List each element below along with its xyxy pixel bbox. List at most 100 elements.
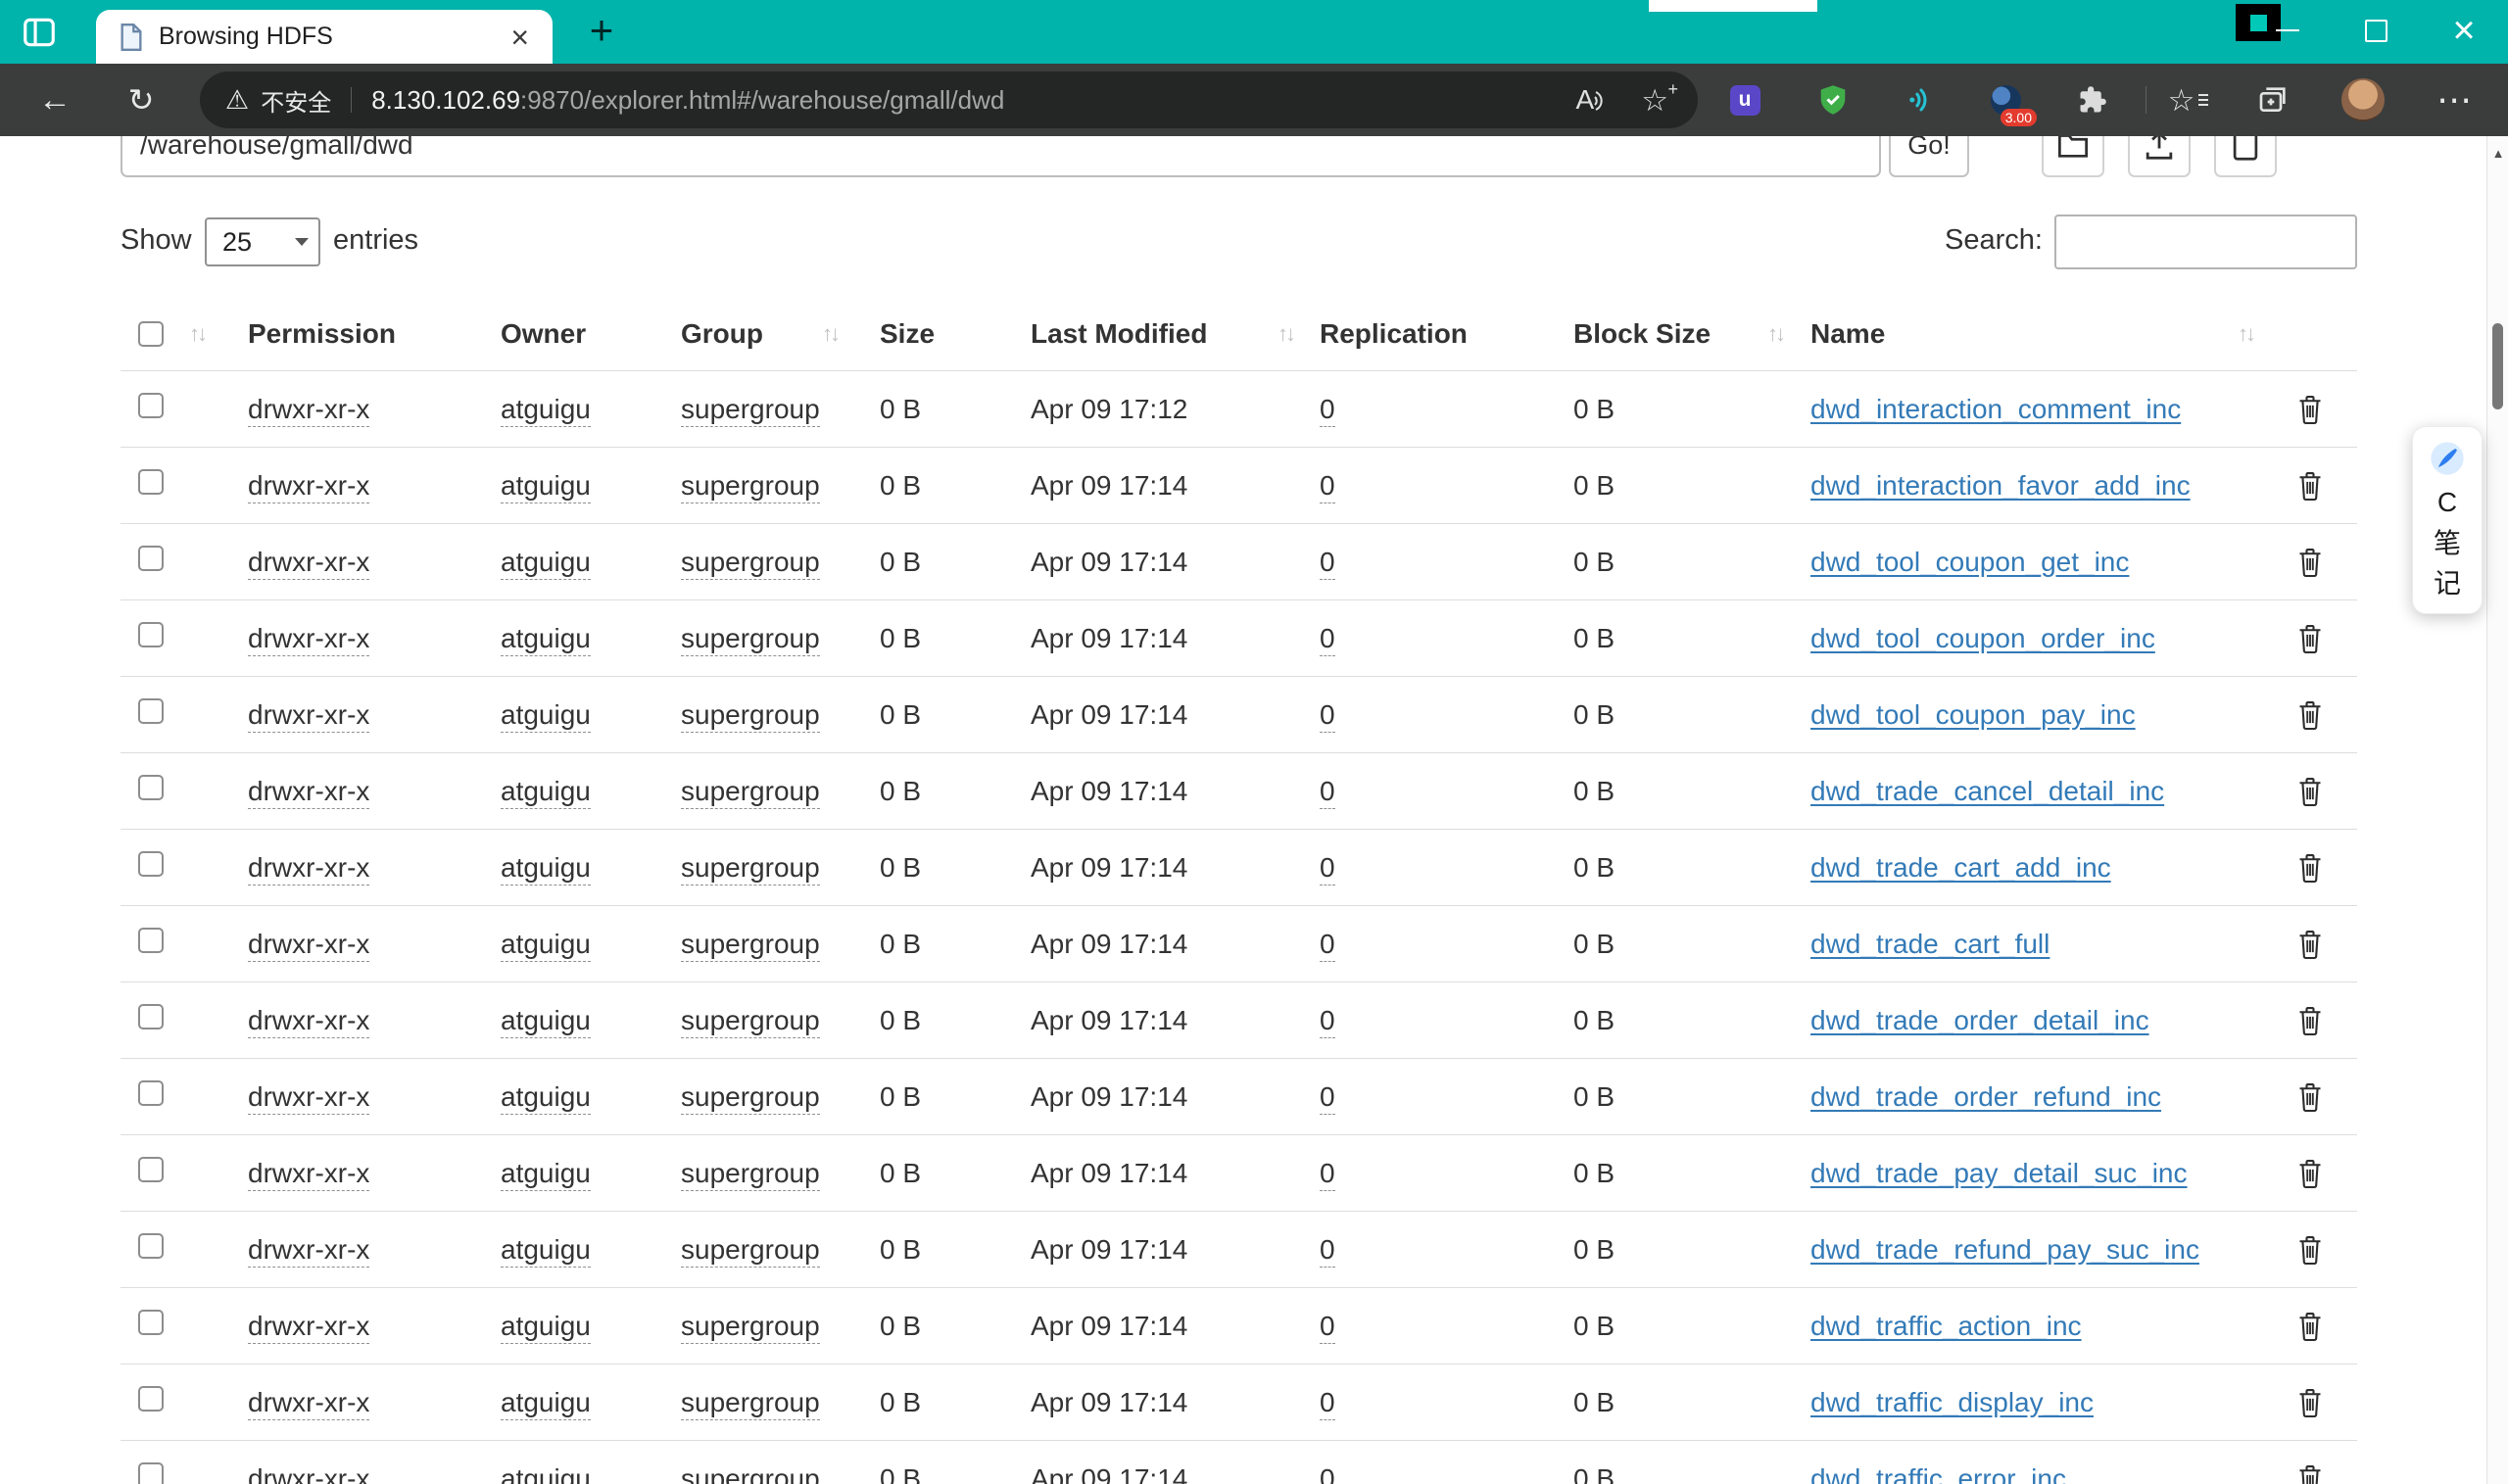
row-checkbox[interactable] [138,546,164,571]
delete-button[interactable] [2263,699,2357,731]
shopping-extension-icon[interactable]: 3.00 [1984,64,2037,136]
replication-value[interactable]: 0 [1320,1310,1335,1344]
ublock-extension-icon[interactable]: u [1723,64,1766,136]
file-link[interactable]: dwd_traffic_error_inc [1810,1463,2066,1484]
group-value[interactable]: supergroup [681,1462,820,1484]
entries-per-page-select[interactable]: 25 [205,217,320,266]
delete-button[interactable] [2263,1311,2357,1342]
column-header-size[interactable]: Size [880,318,935,349]
column-header-block-size[interactable]: Block Size [1573,318,1711,350]
group-value[interactable]: supergroup [681,469,820,503]
row-checkbox[interactable] [138,1080,164,1106]
file-link[interactable]: dwd_trade_cart_full [1810,929,2050,959]
delete-button[interactable] [2263,1387,2357,1418]
row-checkbox[interactable] [138,928,164,953]
maximize-button[interactable] [2332,0,2420,61]
owner-value[interactable]: atguigu [501,698,591,733]
column-header-group[interactable]: Group [681,318,763,350]
replication-value[interactable]: 0 [1320,928,1335,962]
replication-value[interactable]: 0 [1320,698,1335,733]
replication-value[interactable]: 0 [1320,1462,1335,1484]
group-value[interactable]: supergroup [681,775,820,809]
replication-value[interactable]: 0 [1320,622,1335,656]
group-value[interactable]: supergroup [681,1080,820,1115]
adguard-shield-icon[interactable] [1811,64,1855,136]
row-checkbox[interactable] [138,1310,164,1335]
row-checkbox[interactable] [138,698,164,724]
group-value[interactable]: supergroup [681,851,820,886]
sort-icon[interactable]: ↑↓ [822,321,841,347]
file-link[interactable]: dwd_tool_coupon_get_inc [1810,547,2129,577]
vertical-scrollbar[interactable]: ▲ [2486,136,2508,1484]
search-input[interactable] [2054,215,2357,269]
group-value[interactable]: supergroup [681,1386,820,1420]
owner-value[interactable]: atguigu [501,1310,591,1344]
profile-avatar[interactable] [2341,78,2385,121]
replication-value[interactable]: 0 [1320,1233,1335,1268]
replication-value[interactable]: 0 [1320,1157,1335,1191]
row-checkbox[interactable] [138,851,164,877]
note-widget[interactable]: C 笔 记 [2412,426,2483,614]
replication-value[interactable]: 0 [1320,1080,1335,1115]
permission-value[interactable]: drwxr-xr-x [248,1310,370,1344]
back-button[interactable]: ← [33,64,76,136]
settings-menu-icon[interactable]: ⋯ [2432,64,2477,136]
group-value[interactable]: supergroup [681,1233,820,1268]
permission-value[interactable]: drwxr-xr-x [248,1462,370,1484]
permission-value[interactable]: drwxr-xr-x [248,546,370,580]
owner-value[interactable]: atguigu [501,1462,591,1484]
replication-value[interactable]: 0 [1320,1004,1335,1038]
row-checkbox[interactable] [138,393,164,418]
owner-value[interactable]: atguigu [501,1386,591,1420]
file-link[interactable]: dwd_trade_refund_pay_suc_inc [1810,1234,2199,1265]
file-link[interactable]: dwd_tool_coupon_order_inc [1810,623,2155,653]
group-value[interactable]: supergroup [681,546,820,580]
sort-icon[interactable]: ↑↓ [2238,321,2256,347]
permission-value[interactable]: drwxr-xr-x [248,1233,370,1268]
row-checkbox[interactable] [138,1004,164,1029]
owner-value[interactable]: atguigu [501,1157,591,1191]
scroll-up-icon[interactable]: ▲ [2487,146,2508,161]
column-header-replication[interactable]: Replication [1320,318,1468,349]
select-all-checkbox[interactable] [138,320,164,347]
replication-value[interactable]: 0 [1320,1386,1335,1420]
delete-button[interactable] [2263,1081,2357,1113]
go-button[interactable]: Go! [1889,136,1969,177]
file-link[interactable]: dwd_interaction_favor_add_inc [1810,470,2191,501]
group-value[interactable]: supergroup [681,622,820,656]
row-checkbox[interactable] [138,1462,164,1484]
minimize-button[interactable] [2243,0,2332,61]
workspaces-icon[interactable] [20,13,59,52]
add-favorite-icon[interactable]: ☆ + [1641,79,1678,116]
close-window-button[interactable]: × [2420,0,2508,61]
file-link[interactable]: dwd_trade_pay_detail_suc_inc [1810,1158,2188,1188]
delete-button[interactable] [2263,547,2357,578]
security-label[interactable]: 不安全 [261,83,331,118]
file-link[interactable]: dwd_interaction_comment_inc [1810,394,2181,424]
read-aloud-icon[interactable]: A [1576,86,1609,114]
active-tab[interactable]: Browsing HDFS × [96,10,553,64]
permission-value[interactable]: drwxr-xr-x [248,698,370,733]
group-value[interactable]: supergroup [681,928,820,962]
permission-value[interactable]: drwxr-xr-x [248,1386,370,1420]
group-value[interactable]: supergroup [681,1310,820,1344]
row-checkbox[interactable] [138,1233,164,1259]
owner-value[interactable]: atguigu [501,393,591,427]
owner-value[interactable]: atguigu [501,1233,591,1268]
row-checkbox[interactable] [138,1157,164,1182]
replication-value[interactable]: 0 [1320,851,1335,886]
permission-value[interactable]: drwxr-xr-x [248,851,370,886]
network-signal-icon[interactable] [1898,64,1941,136]
delete-button[interactable] [2263,1005,2357,1036]
tab-close-icon[interactable]: × [506,22,533,53]
owner-value[interactable]: atguigu [501,775,591,809]
column-header-owner[interactable]: Owner [501,318,586,349]
row-checkbox[interactable] [138,469,164,495]
path-input[interactable] [121,136,1881,177]
file-link[interactable]: dwd_traffic_display_inc [1810,1387,2094,1417]
row-checkbox[interactable] [138,1386,164,1412]
column-header-last-modified[interactable]: Last Modified [1031,318,1207,350]
owner-value[interactable]: atguigu [501,928,591,962]
permission-value[interactable]: drwxr-xr-x [248,1157,370,1191]
replication-value[interactable]: 0 [1320,775,1335,809]
